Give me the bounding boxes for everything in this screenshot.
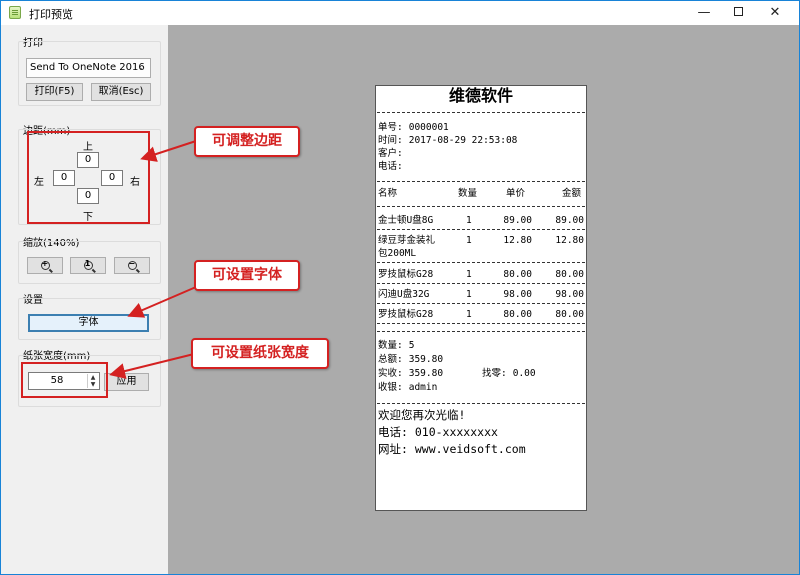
item-price: 80.00 [503,269,532,280]
receipt-divider [377,283,585,284]
item-name: 绿豆芽金装礼 [378,235,436,246]
font-callout: 可设置字体 [194,260,300,291]
item-name: 金士顿U盘8G [378,215,434,226]
item-amount: 12.80 [555,235,584,246]
receipt-divider [377,403,585,404]
item-amount: 89.00 [555,215,584,226]
receipt-footer-phone: 电话: 010-xxxxxxxx [378,425,498,439]
margin-callout: 可调整边距 [194,126,300,157]
receipt-divider [377,112,585,113]
receipt-total-line: 总额: 359.80 [378,354,444,365]
item-amount: 98.00 [555,289,584,300]
paper-width-callout: 可设置纸张宽度 [191,338,329,369]
item-price: 89.00 [503,215,532,226]
item-name: 闪迪U盘32G [378,289,430,300]
receipt-divider [377,262,585,263]
receipt-divider [377,331,585,332]
item-price: 12.80 [503,235,532,246]
receipt-title: 维德软件 [448,86,513,105]
item-qty: 1 [466,309,472,320]
receipt-header-qty: 数量 [458,188,478,199]
item-qty: 1 [466,235,472,246]
receipt-divider [377,323,585,324]
receipt-header-name: 名称 [378,188,398,199]
receipt-order-line: 单号: 0000001 [378,122,449,133]
receipt-preview: 维德软件 单号: 0000001 时间: 2017-08-29 22:53:08 客… [375,85,587,511]
item-price: 98.00 [503,289,532,300]
receipt-time-line: 时间: 2017-08-29 22:53:08 [378,135,518,146]
receipt-cashier-line: 收银: admin [378,382,438,393]
item-name-continued: 包200ML [378,248,417,259]
paper-width-arrow [109,353,195,379]
receipt-count-line: 数量: 5 [378,340,415,351]
receipt-divider [377,303,585,304]
item-price: 80.00 [503,309,532,320]
print-preview-window: 打印预览 — ✕ 打印 Send To OneNote 2016 ⌄ 打印(F5… [0,0,800,575]
receipt-customer-line: 客户: [378,148,403,159]
receipt-divider [377,181,585,182]
receipt-header-amount: 金额 [562,188,582,199]
item-name: 罗技鼠标G28 [378,269,434,280]
item-qty: 1 [466,269,472,280]
receipt-change-line: 找零: 0.00 [482,368,536,379]
margin-arrow [140,140,197,162]
font-arrow [127,286,197,318]
item-amount: 80.00 [555,309,584,320]
item-qty: 1 [466,215,472,226]
receipt-paid-line: 实收: 359.80 [378,368,444,379]
receipt-phone-line: 电话: [378,161,403,172]
receipt-header-price: 单价 [506,188,526,199]
item-name: 罗技鼠标G28 [378,309,434,320]
item-qty: 1 [466,289,472,300]
receipt-divider [377,229,585,230]
item-amount: 80.00 [555,269,584,280]
receipt-divider [377,206,585,207]
receipt-footer-welcome: 欢迎您再次光临! [378,408,466,422]
receipt-footer-site: 网址: www.veidsoft.com [378,442,526,456]
